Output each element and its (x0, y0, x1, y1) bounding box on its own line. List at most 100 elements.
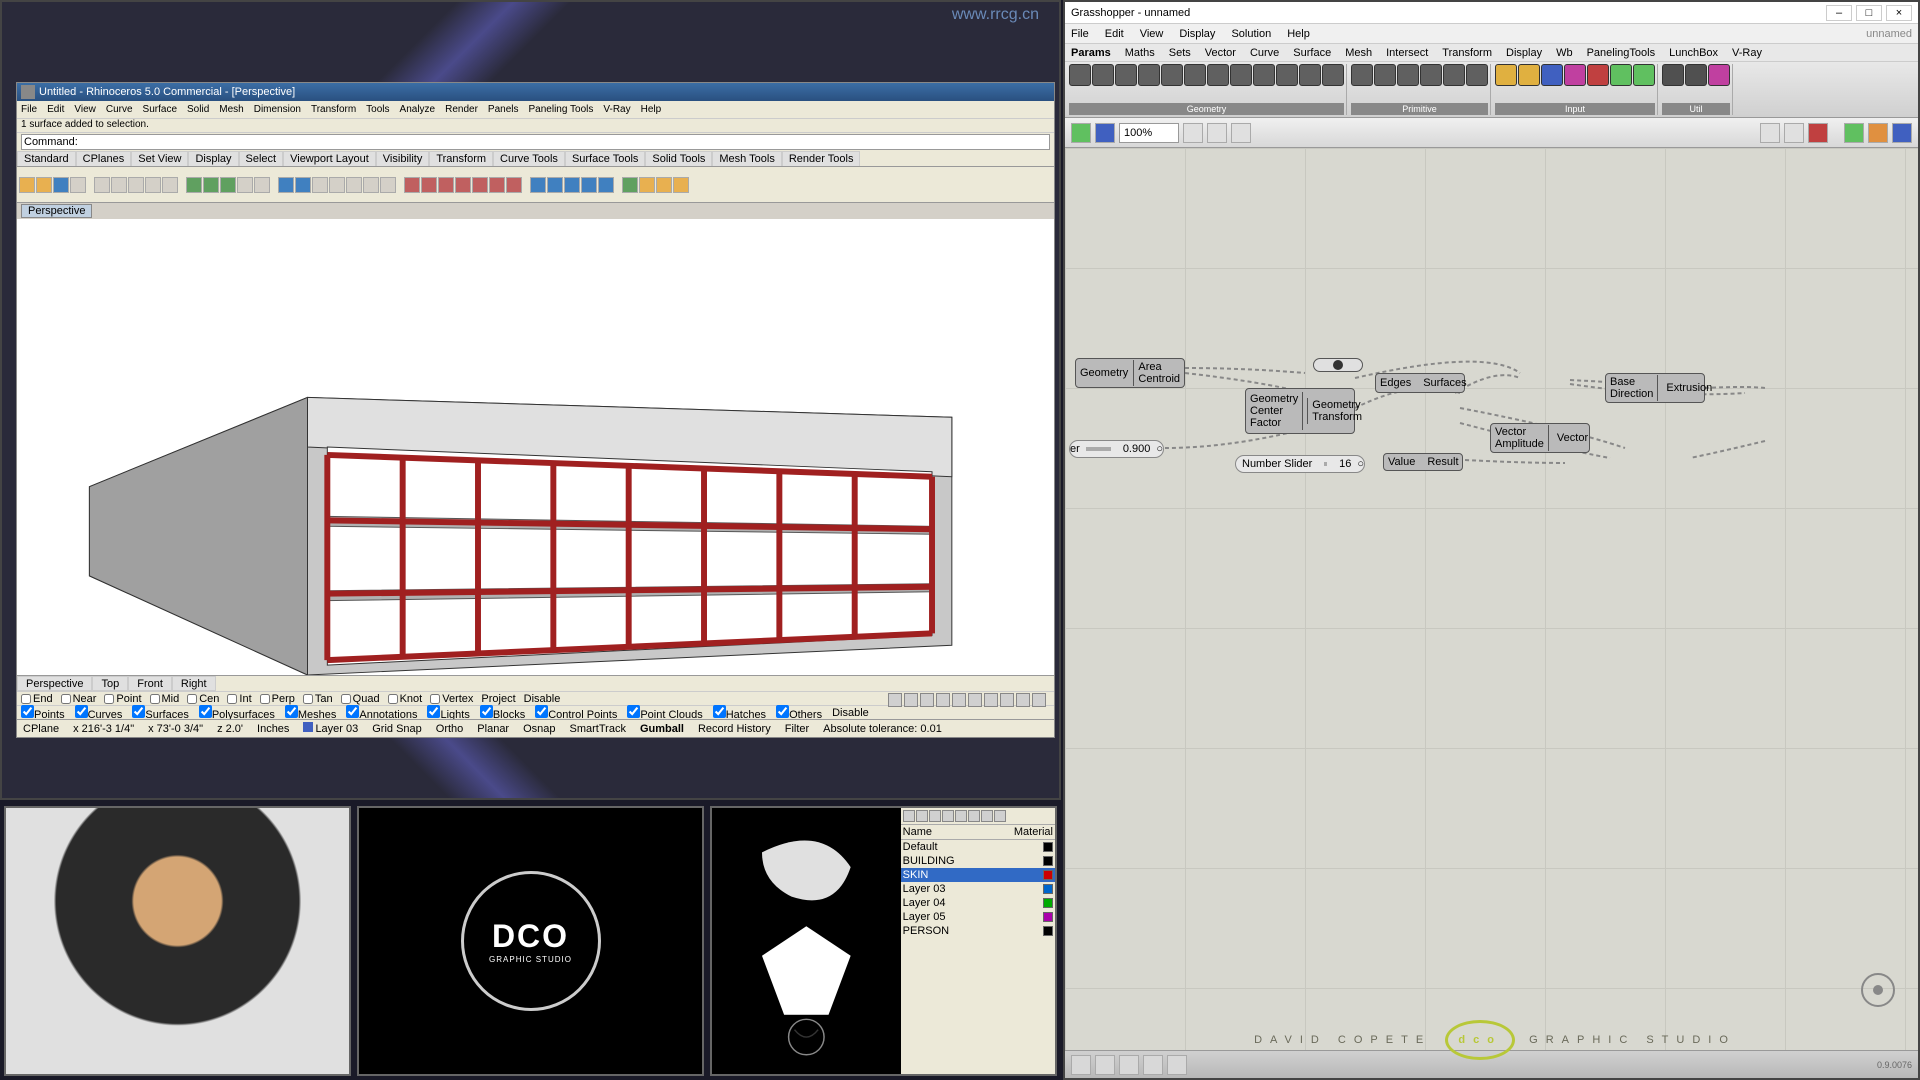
node-deconstruct-brep[interactable]: Edges Surfaces (1375, 373, 1465, 393)
layers-panel[interactable]: Name Material Default BUILDING SKIN Laye… (901, 808, 1055, 1074)
tool-chamfer-icon[interactable] (380, 177, 396, 193)
param-plane-icon[interactable] (1115, 64, 1137, 86)
tab-transform[interactable]: Transform (429, 151, 493, 166)
osnap-near[interactable]: Near (61, 693, 97, 705)
input-knob-icon[interactable] (1587, 64, 1609, 86)
slider-factor[interactable]: er 0.900 ○ (1069, 440, 1164, 458)
sb-filter[interactable]: Filter (785, 723, 809, 735)
layer-tools-icon[interactable] (981, 810, 993, 822)
tab-meshtools[interactable]: Mesh Tools (712, 151, 781, 166)
rtab-params[interactable]: Params (1071, 47, 1111, 59)
osnap-vertex[interactable]: Vertex (430, 693, 473, 705)
input-slider-icon[interactable] (1495, 64, 1517, 86)
osnap-tan[interactable]: Tan (303, 693, 333, 705)
vp-wireframe-icon[interactable] (888, 693, 902, 707)
gh-status-solver-icon[interactable] (1071, 1055, 1091, 1075)
tool-redo-icon[interactable] (162, 177, 178, 193)
tab-viewportlayout[interactable]: Viewport Layout (283, 151, 376, 166)
rtab-curve[interactable]: Curve (1250, 47, 1279, 59)
btab-top[interactable]: Top (92, 676, 128, 691)
tool-render-icon[interactable] (622, 177, 638, 193)
rtab-lunchbox[interactable]: LunchBox (1669, 47, 1718, 59)
menu-mesh[interactable]: Mesh (219, 104, 243, 115)
menu-panels[interactable]: Panels (488, 104, 519, 115)
layer-down-icon[interactable] (942, 810, 954, 822)
btab-front[interactable]: Front (128, 676, 172, 691)
tool-trim-icon[interactable] (312, 177, 328, 193)
node-extrude[interactable]: Base Direction Extrusion (1605, 373, 1705, 403)
tab-cplanes[interactable]: CPlanes (76, 151, 132, 166)
gh-custom-icon[interactable] (1868, 123, 1888, 143)
osnap-disable[interactable]: Disable (524, 693, 561, 705)
param-geometry-icon[interactable] (1276, 64, 1298, 86)
rtab-mesh[interactable]: Mesh (1345, 47, 1372, 59)
rtab-surface[interactable]: Surface (1293, 47, 1331, 59)
gh-save-icon[interactable] (1095, 123, 1115, 143)
param-num-icon[interactable] (1397, 64, 1419, 86)
gh-menu-edit[interactable]: Edit (1105, 28, 1124, 40)
gh-canvas[interactable]: Geometry Area Centroid Geometry Center F… (1065, 148, 1918, 1050)
tool-point-icon[interactable] (404, 177, 420, 193)
layer-help-icon[interactable] (994, 810, 1006, 822)
osnap-point[interactable]: Point (104, 693, 141, 705)
tool-torus-icon[interactable] (598, 177, 614, 193)
gh-maximize-icon[interactable]: □ (1856, 5, 1882, 21)
gh-document-icon[interactable] (1892, 123, 1912, 143)
tab-curvetools[interactable]: Curve Tools (493, 151, 565, 166)
rtab-intersect[interactable]: Intersect (1386, 47, 1428, 59)
tab-display[interactable]: Display (188, 151, 238, 166)
input-button-icon[interactable] (1564, 64, 1586, 86)
rtab-wb[interactable]: Wb (1556, 47, 1573, 59)
tool-arc-icon[interactable] (489, 177, 505, 193)
vp-shaded-icon[interactable] (904, 693, 918, 707)
param-vector-icon[interactable] (1092, 64, 1114, 86)
layer-row-layer05[interactable]: Layer 05 (901, 910, 1055, 924)
tool-curve-icon[interactable] (506, 177, 522, 193)
tab-visibility[interactable]: Visibility (376, 151, 430, 166)
layer-row-person[interactable]: PERSON (901, 924, 1055, 938)
sb-planar[interactable]: Planar (477, 723, 509, 735)
tool-move-icon[interactable] (186, 177, 202, 193)
menu-render[interactable]: Render (445, 104, 478, 115)
rtab-sets[interactable]: Sets (1169, 47, 1191, 59)
tool-sphere-icon[interactable] (547, 177, 563, 193)
util-jump-icon[interactable] (1708, 64, 1730, 86)
tool-mirror-icon[interactable] (237, 177, 253, 193)
osnap-perp[interactable]: Perp (260, 693, 295, 705)
util-data-icon[interactable] (1685, 64, 1707, 86)
menu-help[interactable]: Help (641, 104, 662, 115)
param-domain-icon[interactable] (1466, 64, 1488, 86)
tool-copy-icon[interactable] (111, 177, 127, 193)
tool-fillet-icon[interactable] (363, 177, 379, 193)
osnap-knot[interactable]: Knot (388, 693, 423, 705)
rhino-command-input[interactable]: Command: (21, 134, 1050, 150)
gh-title-bar[interactable]: Grasshopper - unnamed – □ × (1065, 2, 1918, 24)
tool-box-icon[interactable] (530, 177, 546, 193)
tab-select[interactable]: Select (239, 151, 284, 166)
gh-menu-help[interactable]: Help (1287, 28, 1310, 40)
osnap-mid[interactable]: Mid (150, 693, 180, 705)
layer-filter-icon[interactable] (968, 810, 980, 822)
osnap-end[interactable]: End (21, 693, 53, 705)
layer-new-icon[interactable] (903, 810, 915, 822)
gh-preview-icon[interactable] (1207, 123, 1227, 143)
tool-rect-icon[interactable] (455, 177, 471, 193)
sb-ortho[interactable]: Ortho (436, 723, 464, 735)
filter-disable[interactable]: Disable (832, 707, 869, 719)
gh-menu-display[interactable]: Display (1179, 28, 1215, 40)
tool-undo-icon[interactable] (145, 177, 161, 193)
gh-shaded-icon[interactable] (1808, 123, 1828, 143)
osnap-quad[interactable]: Quad (341, 693, 380, 705)
menu-file[interactable]: File (21, 104, 37, 115)
tool-join-icon[interactable] (278, 177, 294, 193)
param-text-icon[interactable] (1420, 64, 1442, 86)
menu-view[interactable]: View (74, 104, 96, 115)
gh-wireframe-icon[interactable] (1784, 123, 1804, 143)
menu-panelingtools[interactable]: Paneling Tools (529, 104, 594, 115)
menu-solid[interactable]: Solid (187, 104, 209, 115)
layer-row-default[interactable]: Default (901, 840, 1055, 854)
gh-sketch-icon[interactable] (1231, 123, 1251, 143)
slider-count[interactable]: Number Slider 16 ○ (1235, 455, 1365, 473)
input-panel-icon[interactable] (1518, 64, 1540, 86)
vp-rendered-icon[interactable] (920, 693, 934, 707)
